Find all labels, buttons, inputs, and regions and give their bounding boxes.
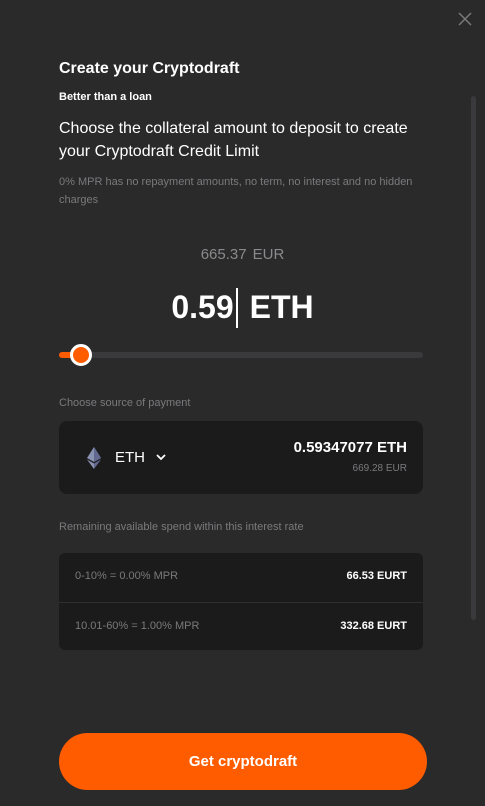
text-caret	[235, 287, 238, 328]
payment-source-selector[interactable]: ETH 0.59347077 ETH 669.28 EUR	[59, 421, 423, 494]
instruction-heading: Choose the collateral amount to deposit …	[59, 120, 408, 160]
fiat-equivalent: 665.37 EUR	[0, 246, 485, 263]
source-balance-fiat: 669.28 EUR	[352, 463, 407, 474]
rate-range: 0-10% = 0.00% MPR	[75, 570, 179, 582]
amount-value[interactable]: 0.59	[171, 289, 233, 325]
fiat-currency: EUR	[252, 246, 285, 263]
rates-label: Remaining available spend within this in…	[59, 521, 304, 533]
close-icon[interactable]	[456, 10, 474, 28]
ethereum-icon	[87, 447, 101, 469]
amount-input[interactable]: 0.59 ETH	[0, 286, 485, 330]
slider-track[interactable]	[59, 352, 423, 358]
chevron-down-icon[interactable]	[155, 452, 167, 462]
amount-currency: ETH	[249, 289, 314, 325]
source-asset[interactable]: ETH	[115, 449, 145, 466]
interest-rate-table: 0-10% = 0.00% MPR 66.53 EURT 10.01-60% =…	[59, 553, 423, 650]
collateral-slider[interactable]	[59, 344, 423, 366]
slider-handle[interactable]	[70, 344, 93, 366]
table-row: 0-10% = 0.00% MPR 66.53 EURT	[59, 553, 423, 601]
get-cryptodraft-button[interactable]: Get cryptodraft	[59, 733, 427, 790]
source-balance: 0.59347077 ETH	[293, 439, 407, 456]
page-title: Create your Cryptodraft	[59, 60, 240, 77]
page-subtitle: Better than a loan	[59, 91, 152, 103]
mpr-note: 0% MPR has no repayment amounts, no term…	[59, 176, 413, 206]
source-label: Choose source of payment	[59, 397, 191, 409]
scrollbar[interactable]	[471, 96, 476, 620]
rate-value: 66.53 EURT	[346, 570, 407, 582]
scrollbar-thumb[interactable]	[471, 96, 476, 620]
rate-range: 10.01-60% = 1.00% MPR	[75, 620, 200, 632]
rate-value: 332.68 EURT	[340, 620, 407, 632]
table-row: 10.01-60% = 1.00% MPR 332.68 EURT	[59, 602, 423, 650]
fiat-value: 665.37	[200, 246, 247, 263]
